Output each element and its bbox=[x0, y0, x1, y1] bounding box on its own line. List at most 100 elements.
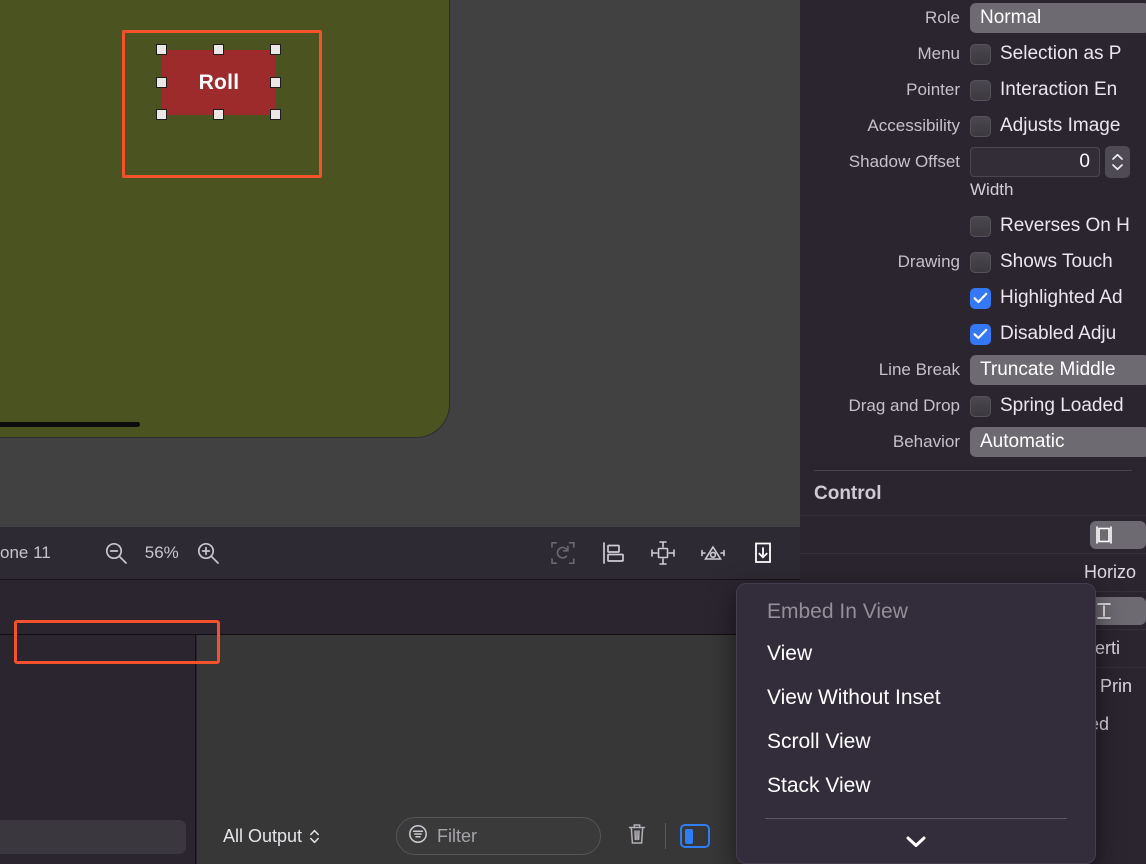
reverses-on-highlight-label: Reverses On H bbox=[1000, 215, 1130, 236]
resize-handle-middle-right[interactable] bbox=[270, 77, 281, 88]
trash-icon[interactable] bbox=[625, 821, 649, 852]
priority-label: Prin bbox=[1100, 676, 1133, 696]
highlighted-adjusts-checkbox[interactable] bbox=[970, 287, 991, 309]
inspector-row-reverses-on-highlight: Reverses On H bbox=[800, 208, 1146, 244]
role-popup-button[interactable]: Normal bbox=[970, 3, 1146, 33]
embed-in-popup-menu[interactable]: Embed In View View View Without Inset Sc… bbox=[736, 583, 1096, 864]
filter-icon bbox=[407, 823, 429, 850]
shadow-offset-width-caption: Width bbox=[970, 180, 1014, 199]
console-filter-field[interactable]: Filter bbox=[396, 817, 602, 855]
behavior-popup-button[interactable]: Automatic bbox=[970, 427, 1146, 457]
row-label: Menu bbox=[917, 44, 960, 63]
resize-handle-bottom-right[interactable] bbox=[270, 109, 281, 120]
chevron-down-icon[interactable] bbox=[737, 819, 1095, 863]
disabled-adjusts-label: Disabled Adju bbox=[1000, 323, 1117, 344]
menu-item-label: View bbox=[767, 642, 813, 665]
row-label: Line Break bbox=[878, 360, 960, 379]
editor-lower-strip bbox=[0, 580, 800, 635]
pointer-interaction-checkbox[interactable] bbox=[970, 79, 991, 101]
embed-in-menu-header: Embed In View bbox=[767, 600, 908, 623]
console-panel-toggle-icon[interactable] bbox=[680, 824, 711, 848]
add-new-constraints-icon[interactable] bbox=[646, 536, 680, 570]
zoom-level-label[interactable]: 56% bbox=[145, 543, 179, 563]
autolayout-toolbar bbox=[546, 536, 800, 570]
menu-item-view-without-inset[interactable]: View Without Inset bbox=[737, 676, 1095, 720]
menu-item-label: Scroll View bbox=[767, 730, 871, 753]
resize-handle-top-right[interactable] bbox=[270, 44, 281, 55]
reverses-on-highlight-checkbox[interactable] bbox=[970, 215, 991, 237]
menu-selection-checkbox[interactable] bbox=[970, 43, 991, 65]
behavior-value: Automatic bbox=[980, 431, 1065, 452]
pointer-interaction-label: Interaction En bbox=[1000, 79, 1118, 100]
inspector-row-role: Role Normal bbox=[800, 0, 1146, 36]
inspector-row-disabled-adjusts: Disabled Adju bbox=[800, 316, 1146, 352]
update-frames-icon[interactable] bbox=[546, 536, 580, 570]
inspector-row-pointer: Pointer Interaction En bbox=[800, 72, 1146, 108]
roll-button[interactable]: Roll bbox=[162, 50, 276, 115]
embed-in-icon[interactable] bbox=[746, 536, 780, 570]
menu-item-stack-view[interactable]: Stack View bbox=[737, 764, 1095, 808]
xcode-interface-builder-window: Roll one 11 56% All Output Filter Role N… bbox=[0, 0, 1146, 864]
row-label: Pointer bbox=[906, 80, 960, 99]
row-label: Drawing bbox=[897, 252, 960, 271]
resolve-auto-layout-issues-icon[interactable] bbox=[696, 536, 730, 570]
disabled-adjusts-checkbox[interactable] bbox=[970, 323, 991, 345]
line-break-value: Truncate Middle bbox=[980, 359, 1116, 380]
vertical-hugging-icon[interactable] bbox=[1090, 596, 1146, 625]
menu-selection-label: Selection as P bbox=[1000, 43, 1122, 64]
role-value: Normal bbox=[980, 7, 1042, 28]
zoom-in-icon[interactable] bbox=[193, 538, 223, 568]
zoom-out-icon[interactable] bbox=[101, 538, 131, 568]
highlighted-adjusts-label: Highlighted Ad bbox=[1000, 287, 1123, 308]
menu-item-label: Stack View bbox=[767, 774, 871, 797]
shows-touch-label: Shows Touch bbox=[1000, 251, 1113, 272]
adjusts-image-checkbox[interactable] bbox=[970, 115, 991, 137]
console-filter-placeholder: Filter bbox=[437, 825, 478, 846]
inspector-row-drawing: Drawing Shows Touch bbox=[800, 244, 1146, 280]
row-label: Drag and Drop bbox=[848, 396, 960, 415]
zoom-controls: 56% bbox=[101, 538, 223, 568]
content-hugging-horizontal-row bbox=[800, 515, 1146, 553]
console-pane[interactable]: All Output Filter bbox=[197, 635, 800, 864]
row-label: Role bbox=[925, 8, 960, 27]
canvas-bottom-toolbar: one 11 56% bbox=[0, 527, 800, 580]
line-break-popup-button[interactable]: Truncate Middle bbox=[970, 355, 1146, 385]
chevron-updown-icon bbox=[309, 828, 320, 845]
storyboard-canvas[interactable]: Roll bbox=[0, 0, 800, 527]
menu-item-scroll-view[interactable]: Scroll View bbox=[737, 720, 1095, 764]
roll-button-label: Roll bbox=[198, 70, 240, 94]
resize-handle-top-center[interactable] bbox=[213, 44, 224, 55]
console-bottom-bar: All Output Filter bbox=[197, 808, 800, 864]
navigator-pane[interactable] bbox=[0, 635, 196, 864]
row-label: Behavior bbox=[892, 432, 960, 451]
menu-item-view[interactable]: View bbox=[737, 632, 1095, 676]
inspector-row-behavior: Behavior Automatic bbox=[800, 424, 1146, 460]
inspector-row-accessibility: Accessibility Adjusts Image bbox=[800, 108, 1146, 144]
shadow-offset-stepper[interactable] bbox=[1105, 146, 1130, 178]
shadow-offset-width-value: 0 bbox=[1079, 151, 1090, 172]
resize-handle-bottom-left[interactable] bbox=[156, 109, 167, 120]
align-icon[interactable] bbox=[596, 536, 630, 570]
menu-item-label: View Without Inset bbox=[767, 686, 941, 709]
console-scope-popup[interactable]: All Output bbox=[223, 826, 320, 847]
resize-handle-bottom-center[interactable] bbox=[213, 109, 224, 120]
resize-handle-middle-left[interactable] bbox=[156, 77, 167, 88]
horizontal-hugging-icon[interactable] bbox=[1090, 520, 1146, 549]
row-label: Accessibility bbox=[867, 116, 960, 135]
resize-handle-top-left[interactable] bbox=[156, 44, 167, 55]
horizontal-label: Horizo bbox=[1084, 562, 1137, 582]
inspector-row-shadow-offset: Shadow Offset 0 bbox=[800, 144, 1146, 180]
inspector-row-menu: Menu Selection as P bbox=[800, 36, 1146, 72]
inspector-section-title-control: Control bbox=[814, 483, 882, 504]
inspector-row-drag-and-drop: Drag and Drop Spring Loaded bbox=[800, 388, 1146, 424]
spring-loaded-checkbox[interactable] bbox=[970, 395, 991, 417]
console-scope-label: All Output bbox=[223, 825, 303, 846]
navigator-filter-field[interactable] bbox=[0, 820, 186, 854]
spring-loaded-label: Spring Loaded bbox=[1000, 395, 1124, 416]
shows-touch-checkbox[interactable] bbox=[970, 251, 991, 273]
shadow-offset-width-field[interactable]: 0 bbox=[970, 147, 1100, 177]
row-label: Shadow Offset bbox=[848, 152, 960, 171]
device-name-label[interactable]: one 11 bbox=[0, 543, 51, 563]
inspector-row-highlighted-adjusts: Highlighted Ad bbox=[800, 280, 1146, 316]
adjusts-image-label: Adjusts Image bbox=[1000, 115, 1121, 136]
